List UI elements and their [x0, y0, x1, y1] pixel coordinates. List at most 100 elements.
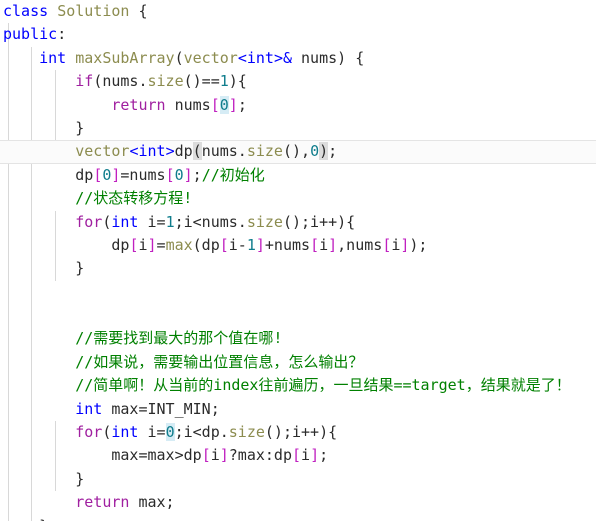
code-line[interactable] — [0, 281, 596, 304]
token-plain: i — [301, 446, 311, 465]
token-numhl: 0 — [219, 95, 229, 114]
token-hl: ) — [319, 142, 329, 161]
code-line[interactable]: } — [0, 515, 596, 521]
code-line-text: return nums[0]; — [0, 94, 247, 117]
token-kwctl: for — [75, 423, 103, 442]
code-line[interactable]: if(nums.size()==1){ — [0, 70, 596, 93]
token-brk: [ — [292, 446, 302, 465]
code-line[interactable]: return nums[0]; — [0, 94, 596, 117]
token-kwctl: if — [75, 72, 94, 91]
code-line[interactable]: } — [0, 257, 596, 280]
token-plain: } — [3, 469, 85, 488]
code-line-text: //如果说，需要输出位置信息，怎么输出？ — [0, 351, 363, 374]
code-line-text: for(int i=1;i<nums.size();i++){ — [0, 211, 355, 234]
token-brk: ] — [219, 446, 229, 465]
token-plain: ( — [174, 48, 184, 67]
token-plain: =nums — [120, 165, 166, 184]
token-plain: ; — [237, 95, 247, 114]
code-line[interactable]: } — [0, 117, 596, 140]
code-line-text: } — [0, 117, 84, 140]
code-line-text: public: — [0, 23, 66, 46]
code-line[interactable]: int maxSubArray(vector<int>& nums) { — [0, 47, 596, 70]
code-line-text: } — [0, 257, 84, 280]
token-plain: dp — [174, 142, 193, 161]
token-kw: int — [138, 142, 166, 161]
code-line[interactable]: //状态转移方程! — [0, 187, 596, 210]
token-plain: ; — [192, 165, 202, 184]
code-editor[interactable]: class Solution {public: int maxSubArray(… — [0, 0, 596, 521]
token-plain: dp — [3, 235, 130, 254]
token-cmt: //如果说，需要输出位置信息，怎么输出？ — [75, 352, 364, 371]
token-brk: ] — [328, 235, 338, 254]
token-brk: ] — [183, 165, 193, 184]
code-line[interactable]: max=max>dp[i]?max:dp[i]; — [0, 444, 596, 467]
token-fn: size — [228, 423, 265, 442]
token-fn: max — [165, 235, 193, 254]
token-brk: [ — [201, 446, 211, 465]
token-plain: max; — [129, 493, 175, 512]
token-brk: [ — [210, 95, 220, 114]
code-line[interactable]: //如果说，需要输出位置信息，怎么输出？ — [0, 351, 596, 374]
token-plain: ();i++){ — [264, 423, 338, 442]
code-line[interactable]: for(int i=0;i<dp.size();i++){ — [0, 421, 596, 444]
code-line[interactable]: public: — [0, 23, 596, 46]
token-plain: (), — [282, 142, 311, 161]
code-line[interactable]: //简单啊！从当前的index往前遍历，一旦结果==target，结果就是了！ — [0, 374, 596, 397]
token-kw: int — [75, 399, 103, 418]
code-line[interactable]: int max=INT_MIN; — [0, 398, 596, 421]
token-plain: ()== — [183, 72, 220, 91]
code-line[interactable]: //需要找到最大的那个值在哪! — [0, 327, 596, 350]
code-line-text: //需要找到最大的那个值在哪! — [0, 327, 282, 350]
code-lines-container[interactable]: class Solution {public: int maxSubArray(… — [0, 0, 596, 521]
code-line[interactable] — [0, 304, 596, 327]
token-brk: [ — [219, 235, 229, 254]
token-plain: i — [319, 235, 329, 254]
code-line[interactable]: class Solution { — [0, 0, 596, 23]
code-line[interactable]: return max; — [0, 491, 596, 514]
code-line[interactable]: dp[0]=nums[0];//初始化 — [0, 164, 596, 187]
code-line[interactable]: } — [0, 468, 596, 491]
token-blue: > — [165, 142, 175, 161]
code-line[interactable]: dp[i]=max(dp[i-1]+nums[i],nums[i]); — [0, 234, 596, 257]
token-kwctl: return — [75, 493, 130, 512]
token-plain: } — [3, 118, 85, 137]
token-plain: ){ — [228, 72, 247, 91]
token-type: vector — [183, 48, 238, 67]
token-plain: nums — [165, 95, 211, 114]
token-fn: maxSubArray — [75, 48, 175, 67]
token-plain: ?max:dp — [228, 446, 292, 465]
token-fn: size — [246, 212, 283, 231]
token-plain: ); — [409, 235, 428, 254]
token-plain: nums) { — [292, 48, 365, 67]
token-plain: : — [57, 25, 67, 44]
token-kwctl: for — [75, 212, 103, 231]
token-brk: [ — [382, 235, 392, 254]
code-line-text: class Solution { — [0, 0, 148, 23]
token-kw: class — [3, 2, 49, 20]
code-line[interactable]: vector<int>dp(nums.size(),0); — [0, 140, 596, 164]
token-plain: i — [138, 235, 148, 254]
code-line-text: max=max>dp[i]?max:dp[i]; — [0, 444, 328, 467]
token-plain: } — [3, 259, 85, 278]
code-line-text: for(int i=0;i<dp.size();i++){ — [0, 421, 337, 444]
token-blue: & — [282, 48, 292, 67]
token-blue: > — [273, 48, 283, 67]
token-brk: ] — [255, 235, 265, 254]
token-plain: i= — [138, 212, 166, 231]
token-kw: public — [3, 25, 58, 44]
token-plain: = — [156, 235, 166, 254]
code-line-text: if(nums.size()==1){ — [0, 70, 247, 93]
code-line[interactable]: for(int i=1;i<nums.size();i++){ — [0, 211, 596, 234]
token-plain: max=INT_MIN; — [102, 399, 220, 418]
token-cmt: //状态转移方程! — [75, 189, 193, 208]
token-plain: +nums — [264, 235, 311, 254]
